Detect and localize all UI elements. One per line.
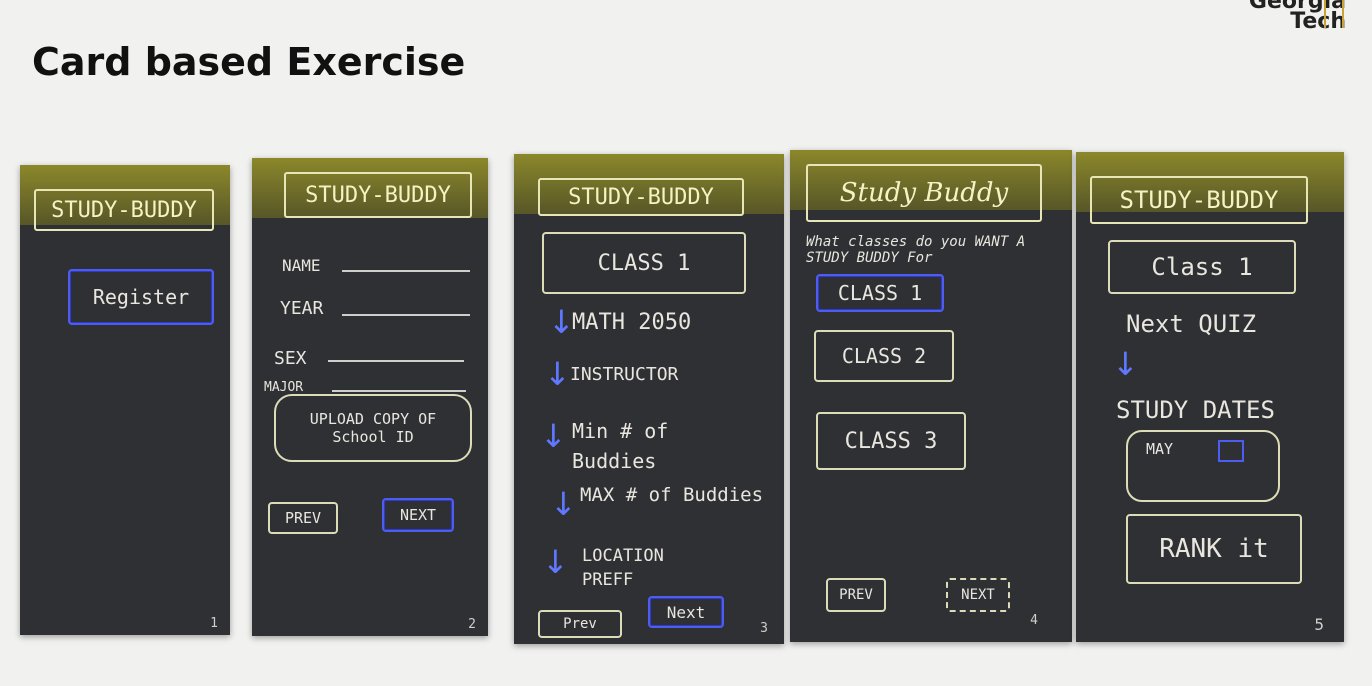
year-field[interactable] <box>342 314 470 316</box>
next-label: NEXT <box>399 506 437 524</box>
logo-mark-icon <box>1324 0 1344 28</box>
calendar-picker[interactable]: MAY <box>1126 430 1280 502</box>
next-button[interactable]: NEXT <box>382 498 454 532</box>
register-button[interactable]: Register <box>68 269 214 325</box>
max-buddies-label: MAX # of Buddies <box>580 484 764 506</box>
rank-it-label: RANK it <box>1159 534 1269 564</box>
page-number: 4 <box>1030 613 1038 628</box>
class-3-option[interactable]: CLASS 3 <box>816 412 966 470</box>
prev-button[interactable]: Prev <box>538 610 622 638</box>
next-button[interactable]: Next <box>648 596 724 628</box>
card-3: STUDY-BUDDY CLASS 1 ↓ MATH 2050 ↓ INSTRU… <box>514 154 784 644</box>
slide-title: Card based Exercise <box>32 40 466 84</box>
min-buddies-label: Min # of Buddies <box>572 419 669 473</box>
study-dates-label: STUDY DATES <box>1116 396 1275 424</box>
app-title: STUDY-BUDDY <box>1090 176 1308 224</box>
rank-it-button[interactable]: RANK it <box>1126 514 1302 584</box>
class-2-option[interactable]: CLASS 2 <box>814 330 954 382</box>
page-number: 2 <box>468 617 476 632</box>
name-field[interactable] <box>342 270 470 272</box>
class-3-label: CLASS 3 <box>844 428 938 454</box>
class-1-header: Class 1 <box>1108 240 1296 294</box>
page-number: 3 <box>760 621 768 636</box>
page-number: 5 <box>1314 615 1324 634</box>
class-1-option[interactable]: CLASS 1 <box>816 274 944 312</box>
sex-label: SEX <box>274 348 307 369</box>
selected-date-icon[interactable] <box>1218 440 1244 462</box>
down-arrow-icon: ↓ <box>548 303 575 341</box>
app-title: STUDY-BUDDY <box>538 178 744 216</box>
next-label: NEXT <box>961 587 995 603</box>
down-arrow-icon: ↓ <box>540 417 567 455</box>
upload-id-label: UPLOAD COPY OF School ID <box>309 410 437 446</box>
down-arrow-icon: ↓ <box>542 543 569 581</box>
next-button[interactable]: NEXT <box>946 578 1010 612</box>
prev-button[interactable]: PREV <box>826 578 886 612</box>
prev-label: PREV <box>839 587 873 603</box>
year-label: YEAR <box>280 298 324 319</box>
prev-label: PREV <box>284 509 322 527</box>
math-label: MATH 2050 <box>572 310 692 335</box>
app-title: STUDY-BUDDY <box>34 189 214 231</box>
prev-label: Prev <box>563 616 597 632</box>
card-2: STUDY-BUDDY NAME YEAR SEX MAJOR UPLOAD C… <box>252 158 488 636</box>
card-4: Study Buddy What classes do you WANT A S… <box>790 150 1072 642</box>
prev-button[interactable]: PREV <box>268 502 338 534</box>
class-1-label: CLASS 1 <box>837 281 923 305</box>
instructor-label: INSTRUCTOR <box>570 364 679 385</box>
register-label: Register <box>92 285 190 309</box>
class-label: CLASS 1 <box>597 250 691 276</box>
georgia-tech-logo: Georgia Tech <box>1249 0 1346 33</box>
major-field[interactable] <box>332 390 466 392</box>
down-arrow-icon: ↓ <box>1112 345 1139 383</box>
app-title: STUDY-BUDDY <box>284 172 472 218</box>
card-5: STUDY-BUDDY Class 1 Next QUIZ ↓ STUDY DA… <box>1076 152 1344 642</box>
sex-field[interactable] <box>328 360 464 362</box>
name-label: NAME <box>282 256 321 275</box>
upload-id-button[interactable]: UPLOAD COPY OF School ID <box>274 394 472 462</box>
question-text: What classes do you WANT A STUDY BUDDY F… <box>806 234 1026 266</box>
page-number: 1 <box>210 616 218 631</box>
class-1-header: CLASS 1 <box>542 232 746 294</box>
card-1: STUDY-BUDDY Register 1 <box>20 165 230 635</box>
app-title: Study Buddy <box>806 164 1042 222</box>
next-quiz-label: Next QUIZ <box>1126 310 1257 338</box>
major-label: MAJOR <box>264 380 304 395</box>
down-arrow-icon: ↓ <box>550 485 577 523</box>
month-label: MAY <box>1146 440 1174 458</box>
class-2-label: CLASS 2 <box>841 344 927 368</box>
class-label: Class 1 <box>1151 253 1253 281</box>
down-arrow-icon: ↓ <box>544 355 571 393</box>
next-label: Next <box>666 602 706 622</box>
location-pref-label: LOCATION PREFF <box>582 546 664 590</box>
